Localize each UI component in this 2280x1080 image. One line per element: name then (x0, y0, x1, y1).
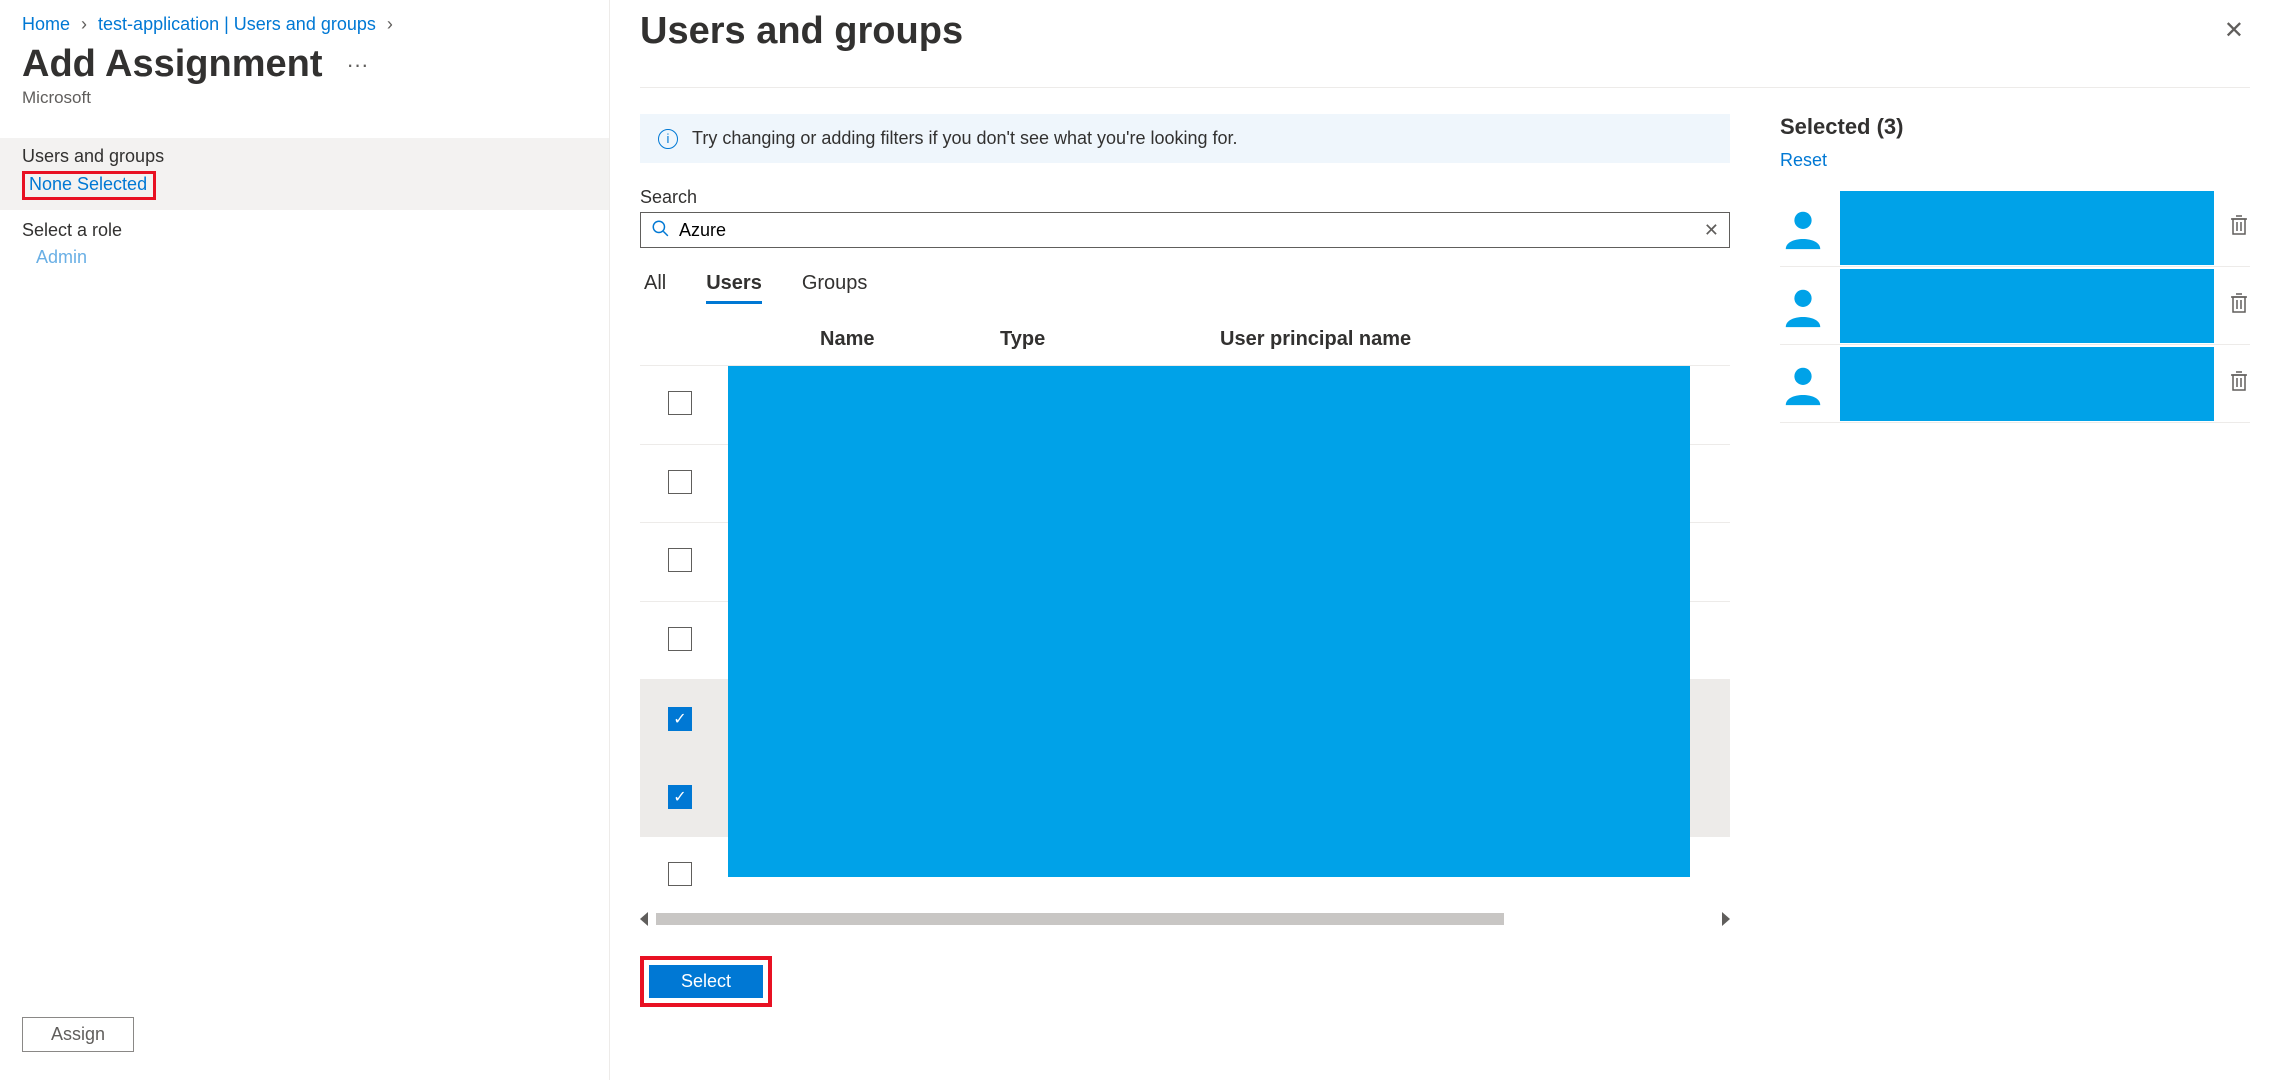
chevron-right-icon: › (387, 14, 393, 34)
selected-list (1780, 189, 2250, 423)
user-icon (1780, 283, 1826, 329)
info-text: Try changing or adding filters if you do… (692, 128, 1238, 149)
redacted-content (1840, 191, 2214, 265)
delete-icon[interactable] (2228, 370, 2250, 398)
col-name: Name (710, 328, 1000, 351)
breadcrumb-home[interactable]: Home (22, 14, 70, 34)
breadcrumb-app[interactable]: test-application | Users and groups (98, 14, 376, 34)
redacted-content (1840, 347, 2214, 421)
selected-item (1780, 267, 2250, 345)
panel-title: Users and groups (640, 10, 963, 87)
close-icon[interactable]: ✕ (2218, 10, 2250, 51)
delete-icon[interactable] (2228, 292, 2250, 320)
delete-icon[interactable] (2228, 214, 2250, 242)
page-title: Add Assignment (22, 43, 323, 86)
user-icon (1780, 205, 1826, 251)
select-button[interactable]: Select (649, 965, 763, 998)
col-upn: User principal name (1220, 328, 1730, 351)
search-icon (651, 219, 669, 242)
scroll-right-icon[interactable] (1722, 912, 1730, 926)
select-button-highlight: Select (640, 956, 772, 1007)
selected-item (1780, 345, 2250, 423)
none-selected-highlight: None Selected (22, 171, 156, 200)
row-checkbox[interactable] (668, 862, 692, 886)
role-value[interactable]: Admin (22, 247, 587, 268)
row-checkbox[interactable] (668, 470, 692, 494)
scroll-thumb-horizontal[interactable] (656, 913, 1504, 925)
select-role-label: Select a role (22, 220, 587, 241)
row-checkbox[interactable] (668, 391, 692, 415)
col-type: Type (1000, 328, 1220, 351)
table-rows: ✓✓ (640, 365, 1730, 906)
table-header: Name Type User principal name (640, 316, 1730, 365)
assign-button[interactable]: Assign (22, 1017, 134, 1052)
selected-title: Selected (3) (1780, 114, 2250, 140)
redacted-content (728, 366, 1690, 877)
org-label: Microsoft (0, 86, 609, 138)
tabs: All Users Groups (640, 272, 1730, 304)
row-checkbox[interactable]: ✓ (668, 785, 692, 809)
selected-item (1780, 189, 2250, 267)
more-icon[interactable]: ··· (347, 52, 369, 78)
scroll-left-icon[interactable] (640, 912, 648, 926)
none-selected-link[interactable]: None Selected (29, 174, 147, 194)
chevron-right-icon: › (81, 14, 87, 34)
clear-icon[interactable]: ✕ (1704, 220, 1719, 241)
search-box[interactable]: ✕ (640, 212, 1730, 248)
info-bar: i Try changing or adding filters if you … (640, 114, 1730, 163)
breadcrumb: Home › test-application | Users and grou… (0, 10, 609, 41)
redacted-content (1840, 269, 2214, 343)
search-input[interactable] (679, 220, 1704, 241)
tab-all[interactable]: All (644, 272, 666, 304)
scrollbar-horizontal[interactable] (640, 912, 1730, 926)
row-checkbox[interactable] (668, 548, 692, 572)
tab-users[interactable]: Users (706, 272, 762, 304)
info-icon: i (658, 129, 678, 149)
tab-groups[interactable]: Groups (802, 272, 868, 304)
search-label: Search (640, 187, 1730, 208)
row-checkbox[interactable]: ✓ (668, 707, 692, 731)
users-groups-label: Users and groups (22, 146, 587, 167)
user-icon (1780, 361, 1826, 407)
row-checkbox[interactable] (668, 627, 692, 651)
reset-link[interactable]: Reset (1780, 150, 1827, 171)
